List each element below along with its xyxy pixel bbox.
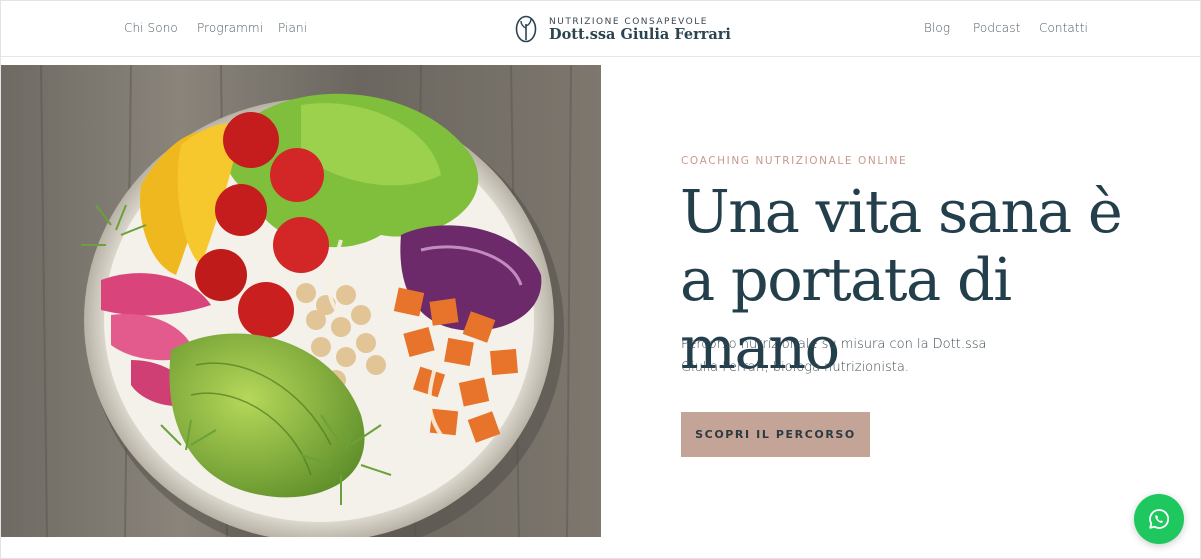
scopri-il-percorso-button[interactable]: SCOPRI IL PERCORSO: [681, 412, 870, 457]
nav-link-piani[interactable]: Piani: [278, 21, 307, 35]
whatsapp-icon: [1149, 509, 1170, 529]
nav-link-chi-sono[interactable]: Chi Sono: [124, 21, 178, 35]
salad-bowl-illustration: [1, 65, 601, 537]
logo-name: Dott.ssa Giulia Ferrari: [549, 26, 731, 43]
hero-image: [1, 65, 601, 537]
hero-description: Percorso nutrizionale su misura con la D…: [681, 337, 987, 375]
nav-link-blog[interactable]: Blog: [924, 21, 950, 35]
nav-link-programmi[interactable]: Programmi: [197, 21, 263, 35]
nav-link-podcast[interactable]: Podcast: [973, 21, 1020, 35]
whatsapp-button[interactable]: [1134, 494, 1184, 544]
site-header: Chi Sono Programmi Piani NUTRIZIONE CONS…: [1, 1, 1200, 57]
nav-link-contatti[interactable]: Contatti: [1039, 21, 1088, 35]
site-logo[interactable]: NUTRIZIONE CONSAPEVOLE Dott.ssa Giulia F…: [514, 15, 731, 45]
sprout-icon: [515, 15, 537, 43]
hero-eyebrow: COACHING NUTRIZIONALE ONLINE: [681, 155, 908, 167]
